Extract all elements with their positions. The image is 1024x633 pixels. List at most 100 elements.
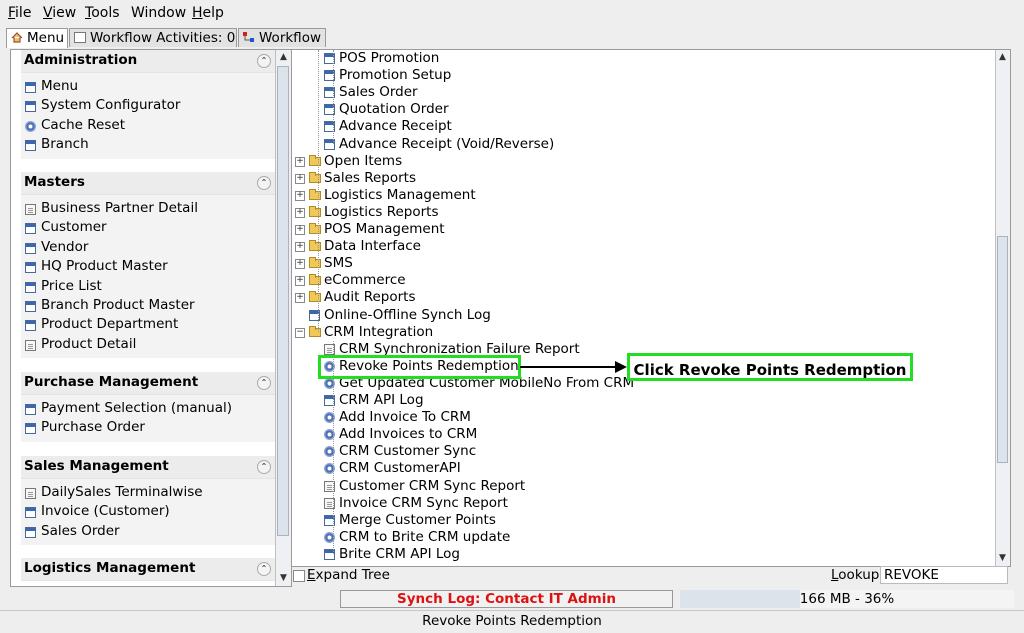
section-masters: Masters ⌃ Business Partner Detail Custome… — [21, 172, 277, 359]
tree-item-label: POS Management — [324, 221, 445, 237]
scroll-up-icon[interactable]: ▲ — [997, 51, 1008, 64]
menu-item[interactable]: Vendor — [21, 238, 277, 257]
tree-folder[interactable]: + Audit Reports — [295, 289, 415, 306]
tree-folder[interactable]: + Data Interface — [295, 238, 421, 255]
section-header[interactable]: Purchase Management ⌃ — [21, 372, 277, 395]
menu-item[interactable]: Branch Product Master — [21, 296, 277, 315]
tree-item[interactable]: CRM API Log — [324, 392, 424, 409]
lookup-input[interactable]: REVOKE — [880, 566, 1008, 584]
tree-item[interactable]: Invoice CRM Sync Report — [324, 495, 508, 512]
tree-connector — [333, 50, 334, 144]
tree-item[interactable]: CRM Customer Sync — [324, 443, 476, 460]
expand-icon[interactable]: + — [295, 225, 305, 235]
scroll-thumb[interactable] — [277, 66, 289, 536]
tree-item[interactable]: Brite CRM API Log — [324, 546, 460, 563]
menu-file[interactable]: File — [8, 5, 31, 21]
section-header[interactable]: Administration ⌃ — [21, 50, 277, 73]
tree-folder[interactable]: + Logistics Management — [295, 186, 476, 204]
tab-workflow[interactable]: Workflow — [238, 28, 326, 47]
menu-item[interactable]: Price List — [21, 277, 277, 296]
scroll-down-icon[interactable]: ▼ — [997, 552, 1008, 565]
expand-icon[interactable]: + — [295, 190, 305, 201]
expand-tree-checkbox[interactable] — [293, 570, 305, 582]
menu-item[interactable]: Sales Order — [21, 522, 277, 541]
tree-folder[interactable]: − CRM Integration — [295, 324, 433, 341]
collapse-icon[interactable]: ⌃ — [257, 376, 271, 390]
tree-item[interactable]: Advance Receipt (Void/Reverse) — [324, 136, 554, 153]
folder-icon — [309, 240, 321, 252]
menu-item[interactable]: Invoice (Customer) — [21, 502, 277, 521]
tree-item[interactable]: Merge Customer Points — [324, 512, 496, 529]
tree-item[interactable]: Customer CRM Sync Report — [324, 478, 525, 495]
tree-item[interactable]: Add Invoices to CRM — [324, 426, 477, 443]
tab-menu[interactable]: Menu — [6, 28, 68, 49]
tab-workflow-activities[interactable]: Workflow Activities: 0 — [69, 28, 237, 47]
expand-icon[interactable]: + — [295, 259, 305, 270]
section-header[interactable]: Masters ⌃ — [21, 172, 277, 195]
scroll-up-icon[interactable]: ▲ — [278, 51, 289, 64]
collapse-icon[interactable]: ⌃ — [257, 54, 271, 68]
tree-folder[interactable]: + eCommerce — [295, 272, 406, 289]
section-header[interactable]: Logistics Management ⌃ — [21, 558, 277, 581]
synch-log-button[interactable]: Synch Log: Contact IT Admin — [340, 590, 673, 608]
tree-item[interactable]: CRM to Brite CRM update — [324, 528, 511, 546]
tree-item[interactable]: Advance Receipt — [324, 118, 452, 135]
tree-folder[interactable]: + Logistics Reports — [295, 204, 438, 221]
tree-scrollbar[interactable]: ▲ ▼ — [995, 50, 1010, 566]
tree-item-label: Online-Offline Synch Log — [324, 306, 491, 323]
menu-item[interactable]: Menu — [21, 77, 277, 96]
menu-item[interactable]: Payment Selection (manual) — [21, 399, 277, 418]
menu-item[interactable]: Purchase Order — [21, 418, 277, 437]
tree-folder[interactable]: + Open Items — [295, 153, 402, 170]
form-icon — [25, 204, 36, 215]
menu-tree-panel: POS Promotion Promotion Setup Sales Order Q… — [291, 49, 1011, 567]
highlight-box — [318, 354, 521, 379]
expand-icon[interactable]: + — [295, 173, 305, 184]
menu-tools[interactable]: Tools — [85, 5, 120, 21]
menu-item[interactable]: Cache Reset — [21, 116, 277, 135]
expand-icon[interactable]: + — [295, 242, 305, 253]
menu-item[interactable]: Branch — [21, 135, 277, 154]
collapse-icon[interactable]: − — [295, 327, 305, 338]
expand-icon[interactable]: + — [295, 207, 305, 218]
expand-tree-label[interactable]: Expand Tree — [307, 567, 390, 583]
section-administration: Administration ⌃ Menu System Configurator… — [21, 50, 277, 159]
section-body: Payment Selection (manual) Purchase Orde… — [21, 395, 277, 442]
menu-item[interactable]: Product Department — [21, 315, 277, 334]
menu-help[interactable]: Help — [192, 5, 224, 21]
left-scrollbar[interactable]: ▲ ▼ — [275, 50, 291, 586]
tree-item-label: CRM to Brite CRM update — [339, 528, 511, 545]
tree-folder[interactable]: + Sales Reports — [295, 170, 416, 187]
tree-item[interactable]: Sales Order — [324, 84, 418, 101]
menu-item[interactable]: Product Detail — [21, 335, 277, 354]
menu-view[interactable]: View — [43, 5, 76, 21]
scroll-down-icon[interactable]: ▼ — [278, 572, 289, 585]
menu-item[interactable]: Business Partner Detail — [21, 199, 277, 218]
menu-item[interactable]: Customer — [21, 218, 277, 237]
collapse-icon[interactable]: ⌃ — [257, 460, 271, 474]
expand-icon[interactable]: + — [295, 156, 305, 167]
tree-item-label: Logistics Management — [324, 186, 476, 203]
tree-folder[interactable]: + POS Management — [295, 221, 445, 238]
menu-item[interactable]: System Configurator — [21, 96, 277, 115]
memory-fill — [680, 590, 801, 608]
scroll-thumb[interactable] — [997, 236, 1008, 463]
collapse-icon[interactable]: ⌃ — [257, 562, 271, 576]
memory-indicator[interactable]: 166 MB - 36% — [680, 590, 1014, 608]
menu-item[interactable]: DailySales Terminalwise — [21, 483, 277, 502]
tree-folder[interactable]: + SMS — [295, 255, 353, 272]
menu-item[interactable]: HQ Product Master — [21, 257, 277, 276]
form-icon — [25, 339, 36, 351]
tree-item[interactable]: CRM CustomerAPI — [324, 460, 461, 477]
section-body: Menu System Configurator Cache Reset Bra… — [21, 73, 277, 159]
tree-item[interactable]: POS Promotion — [324, 50, 439, 67]
tree-item[interactable]: Quotation Order — [324, 101, 449, 118]
expand-icon[interactable]: + — [295, 276, 305, 287]
tree-item[interactable]: Promotion Setup — [324, 67, 451, 84]
collapse-icon[interactable]: ⌃ — [257, 176, 271, 190]
tree-item[interactable]: Add Invoice To CRM — [324, 409, 471, 426]
tree-item[interactable]: Online-Offline Synch Log — [309, 306, 491, 324]
expand-icon[interactable]: + — [295, 293, 305, 304]
menu-window[interactable]: Window — [131, 5, 186, 21]
section-header[interactable]: Sales Management ⌃ — [21, 456, 277, 479]
